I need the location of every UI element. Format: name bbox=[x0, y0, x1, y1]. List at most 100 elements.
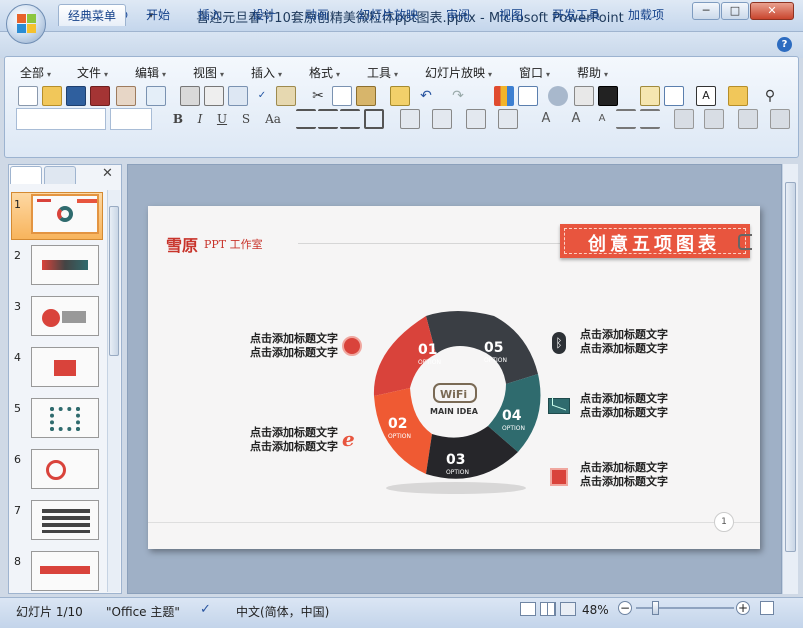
picture-icon[interactable] bbox=[574, 86, 594, 106]
fill-icon[interactable] bbox=[598, 86, 618, 106]
underline-button[interactable]: U bbox=[212, 109, 232, 129]
undo-toolbar-icon[interactable]: ↶ bbox=[416, 86, 436, 106]
right-item-3[interactable]: 点击添加标题文字 点击添加标题文字 bbox=[580, 461, 700, 489]
close-panel-button[interactable]: ✕ bbox=[102, 166, 113, 181]
redo-toolbar-icon[interactable]: ↷ bbox=[448, 86, 468, 106]
slides-panel-scrollbar[interactable] bbox=[107, 190, 120, 592]
shadow-button[interactable]: S bbox=[236, 109, 256, 129]
new-slide-icon[interactable] bbox=[640, 86, 660, 106]
right-item-1[interactable]: 点击添加标题文字 点击添加标题文字 bbox=[580, 328, 700, 356]
slide-thumbnail-4[interactable] bbox=[31, 347, 99, 387]
shrink-font-icon[interactable]: A bbox=[592, 109, 612, 129]
tab-design[interactable]: 设计 bbox=[244, 4, 284, 26]
office-button[interactable] bbox=[6, 4, 46, 44]
slideshow-view-icon[interactable] bbox=[560, 602, 576, 616]
tab-slides-thumbnails[interactable] bbox=[10, 166, 42, 184]
search-icon[interactable]: ⚲ bbox=[760, 86, 780, 106]
bold-button[interactable]: B bbox=[168, 109, 188, 129]
slide-thumbnail-5[interactable] bbox=[31, 398, 99, 438]
font-name-combo[interactable] bbox=[16, 108, 106, 130]
copy-icon[interactable] bbox=[332, 86, 352, 106]
spell-check-icon[interactable]: ✓ bbox=[200, 602, 218, 617]
tab-home[interactable]: 开始 bbox=[138, 4, 178, 26]
tab-addins[interactable]: 加载项 bbox=[620, 4, 672, 26]
slide-icon[interactable] bbox=[228, 86, 248, 106]
slide-thumbnail-3[interactable] bbox=[31, 296, 99, 336]
folder-icon[interactable] bbox=[728, 86, 748, 106]
normal-view-icon[interactable] bbox=[520, 602, 536, 616]
menu-view[interactable]: 视图 ▾ bbox=[193, 64, 224, 81]
shape-fill-icon[interactable] bbox=[770, 109, 790, 129]
editor-scrollbar[interactable] bbox=[782, 164, 798, 594]
language-indicator[interactable]: 中文(简体，中国) bbox=[236, 603, 329, 620]
menu-help[interactable]: 帮助 ▾ bbox=[577, 64, 608, 81]
menu-insert[interactable]: 插入 ▾ bbox=[251, 64, 282, 81]
slide-thumbnail-8[interactable] bbox=[31, 551, 99, 591]
theme-name[interactable]: "Office 主题" bbox=[106, 603, 180, 620]
line-spacing-icon[interactable] bbox=[432, 109, 452, 129]
zoom-out-icon[interactable]: − bbox=[618, 601, 632, 615]
tab-slideshow[interactable]: 幻灯片放映 bbox=[350, 4, 426, 26]
print-preview-icon[interactable] bbox=[204, 86, 224, 106]
format-painter-icon[interactable] bbox=[390, 86, 410, 106]
menu-slideshow[interactable]: 幻灯片放映 ▾ bbox=[425, 64, 492, 81]
increase-indent-icon[interactable] bbox=[640, 109, 660, 129]
minimize-button[interactable]: ─ bbox=[692, 2, 720, 20]
change-case-button[interactable]: Aa bbox=[260, 109, 286, 129]
new-icon[interactable] bbox=[18, 86, 38, 106]
bullets-icon[interactable] bbox=[498, 109, 518, 129]
decrease-indent-icon[interactable] bbox=[616, 109, 636, 129]
tab-developer[interactable]: 开发工具 bbox=[544, 4, 608, 26]
tab-animation[interactable]: 动画 bbox=[297, 4, 337, 26]
numbering-icon[interactable] bbox=[466, 109, 486, 129]
permission-icon[interactable] bbox=[116, 86, 136, 106]
textbox-icon[interactable]: A bbox=[696, 86, 716, 106]
zoom-slider-thumb[interactable] bbox=[652, 601, 659, 615]
clipart-icon[interactable] bbox=[548, 86, 568, 106]
zoom-slider-track[interactable] bbox=[636, 607, 734, 609]
slide-thumbnail-7[interactable] bbox=[31, 500, 99, 540]
help-icon[interactable]: ? bbox=[777, 37, 792, 52]
menu-edit[interactable]: 编辑 ▾ bbox=[135, 64, 166, 81]
right-item-2[interactable]: 点击添加标题文字 点击添加标题文字 bbox=[580, 392, 700, 420]
zoom-level[interactable]: 48% bbox=[582, 603, 609, 617]
pdf-icon[interactable] bbox=[90, 86, 110, 106]
tab-insert[interactable]: 插入 bbox=[190, 4, 230, 26]
close-button[interactable]: ✕ bbox=[750, 2, 794, 20]
zoom-in-icon[interactable]: + bbox=[736, 601, 750, 615]
align-right-icon[interactable] bbox=[340, 109, 360, 129]
paste-icon[interactable] bbox=[356, 86, 376, 106]
tab-view[interactable]: 视图 bbox=[491, 4, 531, 26]
tab-review[interactable]: 审阅 bbox=[438, 4, 478, 26]
menu-tools[interactable]: 工具 ▾ bbox=[367, 64, 398, 81]
layout-icon[interactable] bbox=[664, 86, 684, 106]
font-color-icon[interactable]: A bbox=[536, 109, 556, 129]
spelling-icon[interactable]: ✓ bbox=[252, 86, 272, 106]
open-icon[interactable] bbox=[42, 86, 62, 106]
menu-format[interactable]: 格式 ▾ bbox=[309, 64, 340, 81]
save-icon-toolbar[interactable] bbox=[66, 86, 86, 106]
menu-file[interactable]: 文件 ▾ bbox=[77, 64, 108, 81]
left-item-1[interactable]: 点击添加标题文字 点击添加标题文字 bbox=[238, 332, 338, 360]
email-icon[interactable] bbox=[146, 86, 166, 106]
align-center-icon[interactable] bbox=[318, 109, 338, 129]
text-direction-icon[interactable] bbox=[400, 109, 420, 129]
slide-thumbnail-6[interactable] bbox=[31, 449, 99, 489]
font-size-combo[interactable] bbox=[110, 108, 152, 130]
research-icon[interactable] bbox=[276, 86, 296, 106]
slide-thumbnail-1[interactable] bbox=[31, 194, 99, 234]
quick-styles-icon[interactable] bbox=[738, 109, 758, 129]
maximize-button[interactable]: □ bbox=[721, 2, 749, 20]
tab-outline[interactable] bbox=[44, 166, 76, 184]
left-item-2[interactable]: 点击添加标题文字 点击添加标题文字 bbox=[238, 426, 338, 454]
table-icon[interactable] bbox=[518, 86, 538, 106]
slide-sorter-icon[interactable] bbox=[540, 602, 556, 616]
align-left-icon[interactable] bbox=[296, 109, 316, 129]
tab-classic-menu[interactable]: 经典菜单 bbox=[58, 4, 126, 26]
grow-font-icon[interactable]: A bbox=[566, 109, 586, 129]
arrange-icon[interactable] bbox=[674, 109, 694, 129]
fit-to-window-icon[interactable] bbox=[760, 601, 774, 615]
menu-window[interactable]: 窗口 ▾ bbox=[519, 64, 550, 81]
shapes-icon[interactable] bbox=[704, 109, 724, 129]
italic-button[interactable]: I bbox=[190, 109, 210, 129]
